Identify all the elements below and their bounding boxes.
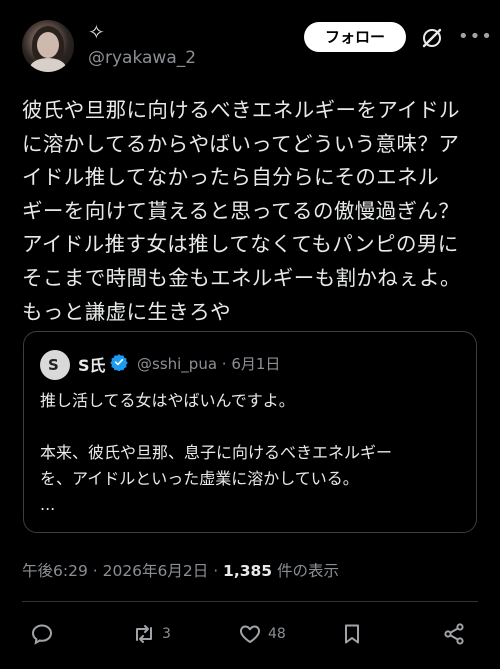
divider xyxy=(22,601,478,602)
view-count: 1,385 xyxy=(223,562,273,580)
action-bar: 3 48 xyxy=(22,618,478,650)
reply-button[interactable] xyxy=(30,618,54,650)
quoted-handle-date: @sshi_pua · 6月1日 xyxy=(137,355,281,373)
quoted-text: 推し活してる女はやばいんですよ。 本来、彼氏や旦那、息子に向けるべきエネルギー … xyxy=(40,391,393,514)
display-name[interactable]: ✧ xyxy=(88,22,105,42)
like-button[interactable]: 48 xyxy=(238,618,286,650)
grok-icon[interactable] xyxy=(420,26,444,50)
tweet-text: 彼氏や旦那に向けるべきエネルギーをアイドル に溶かしてるからやばいってどういう意… xyxy=(22,98,461,324)
follow-button[interactable]: フォロー xyxy=(304,22,406,52)
share-icon xyxy=(444,623,464,645)
bookmark-icon xyxy=(345,624,359,644)
quoted-author-avatar: S xyxy=(40,350,70,380)
retweet-count: 3 xyxy=(162,626,171,642)
share-button[interactable] xyxy=(442,618,466,650)
quoted-author-name: S氏 xyxy=(78,356,106,375)
reply-icon xyxy=(31,624,53,645)
author-handle[interactable]: @ryakawa_2 xyxy=(88,48,196,68)
author-avatar[interactable] xyxy=(22,20,74,72)
tweet-header: ✧ @ryakawa_2 フォロー ••• xyxy=(22,18,492,78)
quoted-tweet[interactable]: S S氏 @sshi_pua · 6月1日 推し活してる女はやばいんですよ。 本… xyxy=(23,331,477,533)
verified-badge-icon xyxy=(110,354,128,371)
bookmark-button[interactable] xyxy=(340,618,364,650)
tweet-metadata: 午後6:29 · 2026年6月2日 · 1,385 件の表示 xyxy=(22,562,340,580)
more-options-icon[interactable]: ••• xyxy=(458,26,493,47)
heart-icon xyxy=(239,625,261,643)
view-count-label: 件の表示 xyxy=(272,562,340,580)
tweet-time[interactable]: 午後6:29 xyxy=(22,562,88,580)
retweet-icon xyxy=(136,625,152,643)
retweet-button[interactable]: 3 xyxy=(132,618,171,650)
like-count: 48 xyxy=(268,626,286,642)
tweet-date[interactable]: 2026年6月2日 xyxy=(103,562,209,580)
